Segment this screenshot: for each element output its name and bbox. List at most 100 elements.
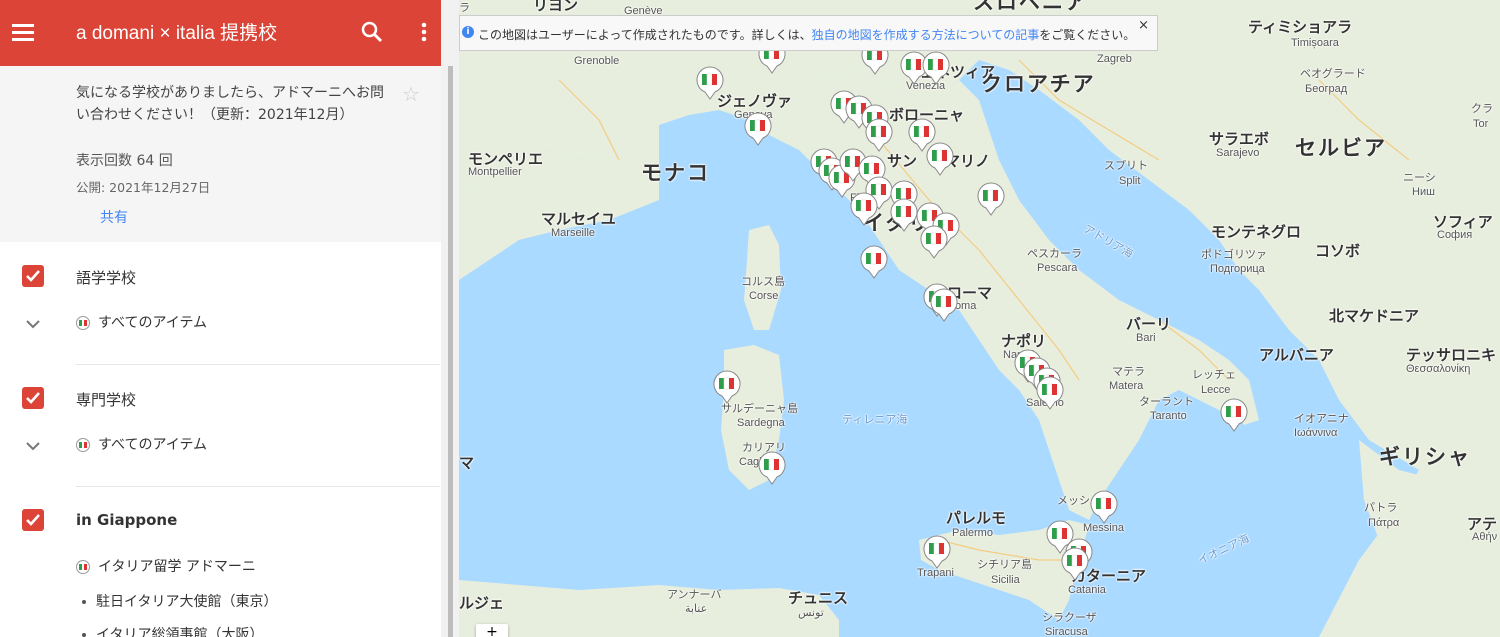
map-label: Αθήν [1472, 531, 1498, 543]
map-label: モンテネグロ [1211, 224, 1302, 241]
place-item-label: 駐日イタリア大使館（東京） [96, 594, 278, 610]
school-marker-pin[interactable] [1089, 490, 1119, 524]
map-label: サルデーニャ島 [721, 403, 798, 415]
map-label: アルバニア [1259, 347, 1334, 364]
layer-item-all[interactable]: すべてのアイテム [76, 312, 207, 332]
notice-link[interactable]: 独自の地図を作成する方法についての記事 [812, 28, 1040, 42]
school-marker-pin[interactable] [925, 142, 955, 176]
school-marker-pin[interactable] [849, 192, 879, 226]
map-label: シチリア島 [977, 559, 1032, 571]
layer-title: in Giappone [76, 511, 178, 529]
map-label: パレルモ [946, 510, 1007, 527]
more-options-icon[interactable] [413, 20, 435, 46]
layer-title: 語学学校 [76, 269, 137, 287]
map-label: Zagreb [1097, 53, 1132, 65]
map-label: ジェノヴァ [717, 93, 793, 110]
close-icon[interactable]: × [1138, 18, 1149, 33]
map-label: リヨン [533, 0, 579, 14]
school-marker-pin[interactable] [712, 370, 742, 404]
sidebar-scrollbar[interactable] [441, 0, 459, 637]
map-info-panel: 気になる学校がありましたら、アドマーニへお問い合わせください！（更新：2021年… [0, 66, 441, 242]
place-item-label: イタリア留学 アドマーニ [98, 559, 256, 575]
chevron-down-icon[interactable] [24, 315, 42, 329]
school-marker-pin[interactable] [757, 451, 787, 485]
map-label: Marseille [551, 227, 596, 239]
map-label: София [1437, 229, 1473, 241]
search-icon[interactable] [360, 20, 386, 46]
map-label: Подгорица [1210, 263, 1265, 275]
place-item[interactable]: イタリア留学 アドマーニ [76, 556, 256, 576]
school-marker-pin[interactable] [976, 182, 1006, 216]
layer-item-all[interactable]: すべてのアイテム [76, 434, 207, 454]
map-label: マテラ [1112, 366, 1145, 378]
map-label: マ [459, 455, 475, 472]
school-marker-pin[interactable] [922, 535, 952, 569]
star-icon[interactable]: ☆ [402, 82, 420, 106]
map-label: ギリシャ [1379, 446, 1471, 469]
school-marker-icon [76, 316, 90, 330]
map-label: ティレニア海 [842, 414, 908, 426]
bullet-icon [82, 633, 86, 637]
school-marker-icon [76, 438, 90, 452]
school-marker-pin[interactable] [864, 118, 894, 152]
layer-checkbox-language-schools[interactable] [22, 265, 44, 287]
chevron-down-icon[interactable] [24, 437, 42, 451]
menu-icon[interactable] [12, 21, 36, 45]
school-marker-pin[interactable] [859, 245, 889, 279]
bullet-icon [82, 600, 86, 604]
layer-checkbox-in-giappone[interactable] [22, 509, 44, 531]
map-label: Bari [1136, 332, 1156, 344]
place-item[interactable]: イタリア総領事館（大阪） [82, 624, 263, 637]
place-item[interactable]: 駐日イタリア大使館（東京） [82, 591, 277, 611]
map-title: a domani × italia 提携校 [76, 23, 278, 44]
map-label: Matera [1109, 380, 1144, 392]
map-label: Sicilia [991, 574, 1020, 586]
map-label: Sardegna [737, 417, 785, 429]
map-label: Corse [749, 290, 779, 302]
map-label: ニーシ [1403, 172, 1436, 184]
map-label: ベオグラード [1300, 68, 1366, 80]
map-canvas[interactable]: i この地図はユーザーによって作成されたものです。詳しくは、独自の地図を作成する… [459, 0, 1500, 637]
map-label: Πάτρα [1368, 517, 1400, 529]
map-label: チュニス [788, 590, 849, 607]
layer-title: 専門学校 [76, 391, 137, 409]
map-label: Tor [1473, 118, 1489, 130]
school-marker-pin[interactable] [1060, 547, 1090, 581]
school-marker-icon [76, 560, 90, 574]
school-marker-pin[interactable] [919, 225, 949, 259]
layer-item-label: すべてのアイテム [98, 315, 208, 331]
map-label: Split [1119, 175, 1141, 187]
school-marker-pin[interactable] [1219, 398, 1249, 432]
map-label: アンナーバ [667, 589, 722, 601]
map-label: サン [887, 153, 918, 170]
published-date: 公開: 2021年12月27日 [76, 180, 211, 195]
school-marker-pin[interactable] [743, 112, 773, 146]
school-marker-pin[interactable] [929, 288, 959, 322]
map-label: Montpellier [468, 166, 522, 178]
map-label: Београд [1305, 83, 1348, 95]
divider [76, 364, 440, 365]
layer-checkbox-vocational-schools[interactable] [22, 387, 44, 409]
info-icon: i [462, 26, 474, 38]
map-label: ティミショアラ [1248, 19, 1353, 36]
map-label: セルビア [1295, 137, 1387, 160]
view-count: 表示回数 64 回 [76, 153, 173, 169]
school-marker-pin[interactable] [695, 66, 725, 100]
place-item-label: イタリア総領事館（大阪） [96, 627, 264, 637]
school-marker-pin[interactable] [921, 51, 951, 85]
share-link[interactable]: 共有 [100, 207, 128, 227]
app-window: a domani × italia 提携校 気になる学校がありましたら、アドマー… [0, 0, 1500, 637]
map-label: Ниш [1412, 186, 1435, 198]
map-label: Lecce [1201, 384, 1231, 396]
zoom-in-button[interactable]: + [476, 624, 508, 637]
scrollbar-thumb[interactable] [448, 66, 453, 637]
map-label: ナポリ [1001, 333, 1047, 350]
map-label: Pescara [1037, 262, 1078, 274]
map-label: コルス島 [741, 276, 785, 288]
map-label: 北マケドニア [1329, 308, 1420, 325]
map-label: サラエボ [1209, 131, 1270, 148]
layer-item-label: すべてのアイテム [98, 437, 208, 453]
map-label: ポドゴリツァ [1201, 249, 1267, 261]
school-marker-pin[interactable] [1035, 376, 1065, 410]
map-label: イオアニナ [1294, 413, 1349, 425]
